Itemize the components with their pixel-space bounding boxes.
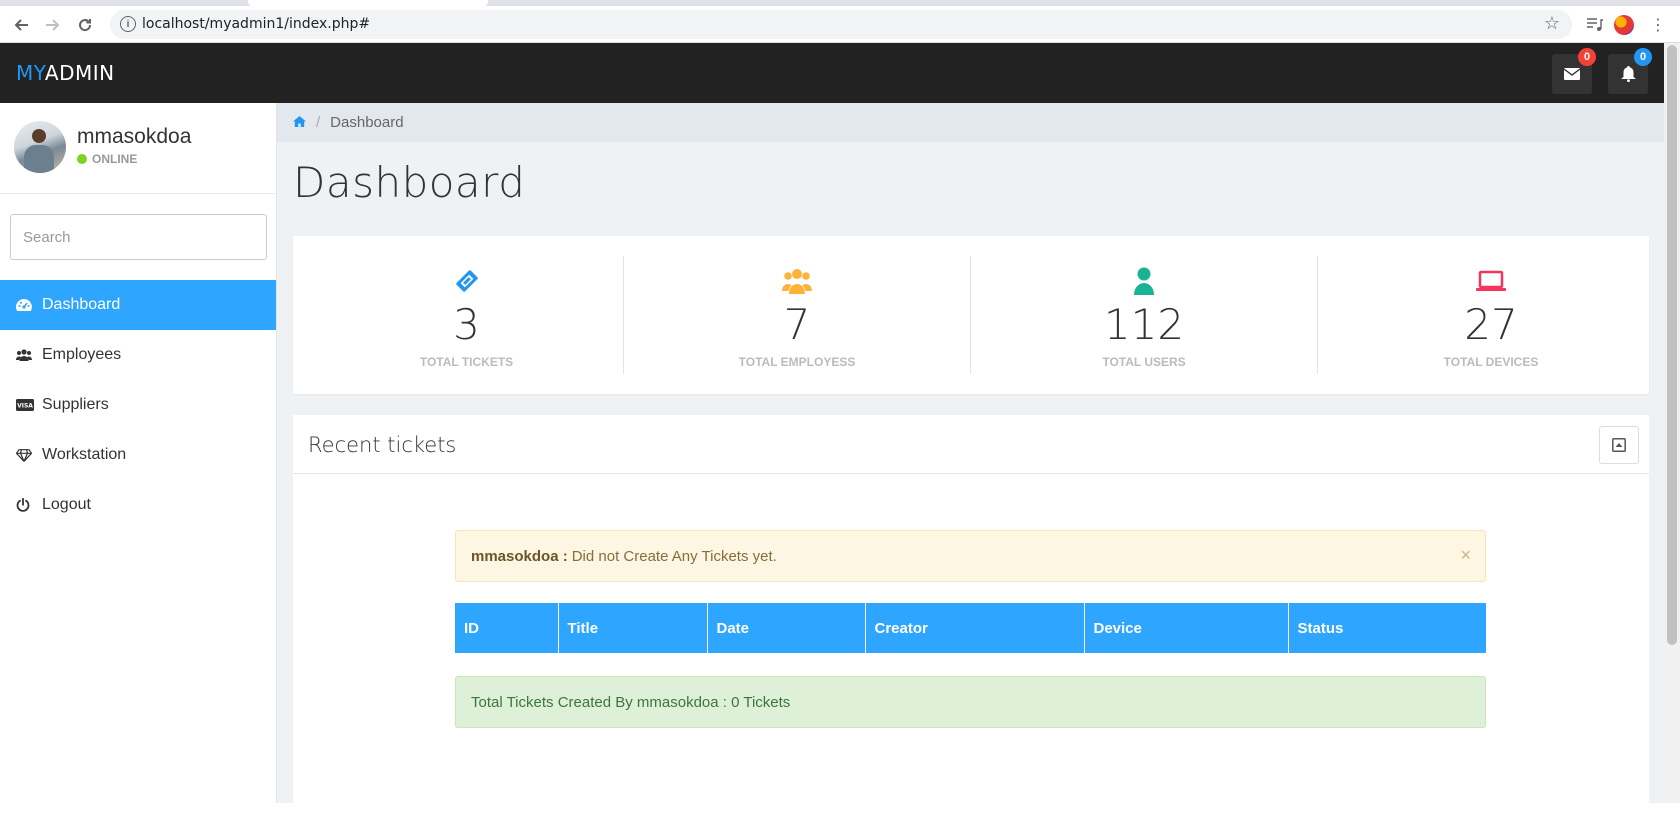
- stat-value: 112: [1103, 300, 1185, 349]
- top-navbar: MYADMIN 0 0: [0, 43, 1664, 103]
- brand-accent-text: MY: [16, 61, 45, 85]
- media-queue-icon[interactable]: [1584, 14, 1606, 36]
- profile-avatar-icon[interactable]: [1614, 15, 1634, 35]
- stat-value: 7: [783, 300, 811, 349]
- recent-tickets-card: Recent tickets mmasokdoa : Did not Creat…: [293, 415, 1649, 815]
- column-header-date[interactable]: Date: [707, 603, 866, 653]
- breadcrumb-current: Dashboard: [330, 114, 404, 131]
- user-status: ONLINE: [77, 152, 137, 166]
- sidebar-item-label: Logout: [42, 496, 91, 513]
- column-header-status[interactable]: Status: [1288, 603, 1486, 653]
- sidebar-item-logout[interactable]: Logout: [0, 480, 276, 530]
- info-icon[interactable]: i: [120, 16, 136, 32]
- notifications-count-badge: 0: [1634, 48, 1652, 66]
- column-header-device[interactable]: Device: [1084, 603, 1289, 653]
- users-icon: [16, 349, 36, 361]
- user-icon: [1134, 267, 1154, 295]
- page-scrollbar[interactable]: [1664, 43, 1680, 803]
- stat-label: TOTAL TICKETS: [419, 355, 514, 369]
- collapse-button[interactable]: [1599, 426, 1639, 464]
- back-icon[interactable]: [10, 14, 32, 36]
- browser-toolbar: i localhost/myadmin1/index.php# ☆ ⋮: [0, 6, 1680, 43]
- sidebar-item-suppliers[interactable]: VISA Suppliers: [0, 380, 276, 430]
- close-icon[interactable]: ×: [1460, 545, 1471, 566]
- url-text: localhost/myadmin1/index.php#: [142, 16, 371, 32]
- alert-username: mmasokdoa :: [471, 547, 568, 565]
- stat-value: 3: [453, 300, 480, 349]
- stats-panel: 3 TOTAL TICKETS 7 TOTAL EMPLOYESS 112 TO…: [293, 236, 1649, 394]
- card-title: Recent tickets: [308, 433, 457, 457]
- page-title: Dashboard: [293, 158, 526, 207]
- address-bar[interactable]: i localhost/myadmin1/index.php# ☆: [110, 10, 1572, 39]
- column-header-title[interactable]: Title: [558, 603, 708, 653]
- stat-label: TOTAL EMPLOYESS: [738, 355, 856, 369]
- column-header-id[interactable]: ID: [455, 603, 559, 653]
- main-content: / Dashboard Dashboard 3 TOTAL TICKETS 7 …: [277, 103, 1664, 815]
- breadcrumb-separator: /: [316, 114, 321, 131]
- stat-total-employees: 7 TOTAL EMPLOYESS: [623, 256, 970, 374]
- brand-text: ADMIN: [44, 61, 115, 85]
- power-icon: [16, 498, 36, 512]
- table-header-row: ID Title Date Creator Device Status: [455, 603, 1486, 653]
- notifications-button[interactable]: 0: [1608, 48, 1652, 94]
- sidebar: mmasokdoa ONLINE Dashboard Employees VIS…: [0, 103, 277, 803]
- sidebar-item-label: Dashboard: [42, 296, 121, 313]
- avatar: [14, 121, 66, 173]
- tickets-summary-alert: Total Tickets Created By mmasokdoa : 0 T…: [455, 676, 1486, 728]
- tickets-table: ID Title Date Creator Device Status: [455, 603, 1486, 653]
- more-menu-icon[interactable]: ⋮: [1647, 14, 1669, 36]
- ticket-icon: [455, 270, 478, 292]
- sidebar-item-workstation[interactable]: Workstation: [0, 430, 276, 480]
- dashboard-icon: [16, 299, 36, 311]
- breadcrumb: / Dashboard: [277, 103, 1664, 142]
- users-icon: [782, 269, 812, 294]
- username: mmasokdoa: [77, 125, 192, 148]
- sidebar-item-label: Suppliers: [42, 396, 109, 413]
- forward-icon[interactable]: [42, 14, 64, 36]
- stat-label: TOTAL USERS: [1102, 355, 1186, 369]
- messages-button[interactable]: 0: [1552, 48, 1596, 94]
- visa-card-icon: VISA: [16, 399, 36, 411]
- sidebar-item-employees[interactable]: Employees: [0, 330, 276, 380]
- scrollbar-thumb[interactable]: [1667, 45, 1677, 645]
- online-dot-icon: [77, 154, 87, 164]
- no-tickets-alert: mmasokdoa : Did not Create Any Tickets y…: [455, 530, 1486, 582]
- column-header-creator[interactable]: Creator: [865, 603, 1085, 653]
- stat-value: 27: [1464, 300, 1518, 349]
- stat-total-users: 112 TOTAL USERS: [970, 256, 1317, 374]
- stat-total-tickets: 3 TOTAL TICKETS: [293, 256, 640, 374]
- stat-label: TOTAL DEVICES: [1443, 355, 1539, 369]
- bookmark-star-icon[interactable]: ☆: [1544, 13, 1560, 34]
- diamond-icon: [16, 448, 36, 462]
- messages-count-badge: 0: [1578, 48, 1596, 66]
- stat-total-devices: 27 TOTAL DEVICES: [1317, 256, 1664, 374]
- brand-logo[interactable]: MYADMIN: [16, 61, 115, 85]
- home-icon[interactable]: [293, 114, 306, 131]
- envelope-icon: [1564, 68, 1580, 80]
- card-header: Recent tickets: [293, 415, 1649, 474]
- alert-message: Did not Create Any Tickets yet.: [571, 547, 777, 565]
- bell-icon: [1620, 66, 1636, 82]
- svg-text:VISA: VISA: [17, 403, 33, 410]
- sidebar-item-label: Workstation: [42, 446, 127, 463]
- sidebar-item-label: Employees: [42, 346, 122, 363]
- sidebar-item-dashboard[interactable]: Dashboard: [0, 280, 276, 330]
- search-input[interactable]: [10, 214, 267, 260]
- sidebar-menu: Dashboard Employees VISA Suppliers Works…: [0, 280, 276, 530]
- status-text: ONLINE: [92, 152, 138, 166]
- user-info: mmasokdoa ONLINE: [0, 103, 276, 194]
- laptop-icon: [1476, 270, 1506, 291]
- reload-icon[interactable]: [74, 14, 96, 36]
- collapse-icon: [1612, 438, 1626, 452]
